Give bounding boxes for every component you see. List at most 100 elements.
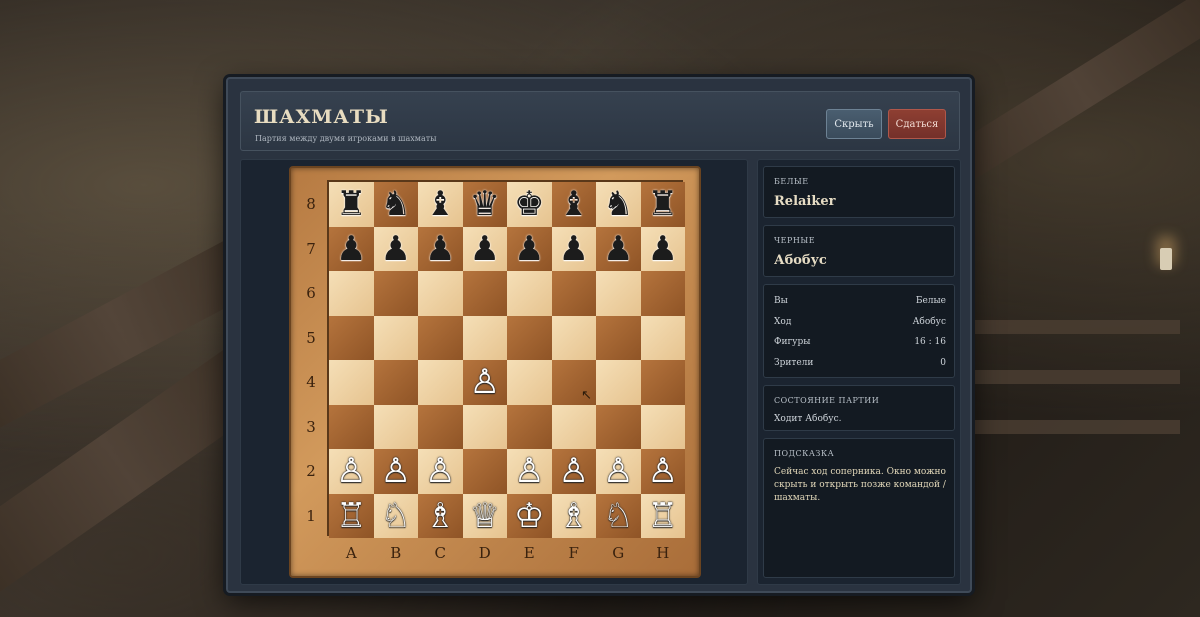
square-e1[interactable]: ♔ — [507, 493, 552, 538]
square-a2[interactable]: ♙ — [329, 449, 374, 494]
resign-button[interactable]: Сдаться — [888, 109, 946, 139]
square-h7[interactable]: ♟ — [640, 226, 685, 271]
black-piece[interactable]: ♟ — [381, 232, 411, 266]
square-h2[interactable]: ♙ — [640, 449, 685, 494]
square-f3[interactable] — [551, 404, 596, 449]
square-h1[interactable]: ♖ — [640, 493, 685, 538]
black-piece[interactable]: ♟ — [603, 232, 633, 266]
square-c8[interactable]: ♝ — [418, 182, 463, 227]
square-c2[interactable]: ♙ — [418, 449, 463, 494]
white-piece[interactable]: ♘ — [381, 499, 411, 533]
square-d8[interactable]: ♛ — [462, 182, 507, 227]
stat-key: Вы — [774, 296, 788, 306]
black-piece[interactable]: ♚ — [514, 187, 544, 221]
square-a4[interactable] — [329, 360, 374, 405]
square-b6[interactable] — [373, 271, 418, 316]
square-a1[interactable]: ♖ — [329, 493, 374, 538]
square-b5[interactable] — [373, 315, 418, 360]
black-piece[interactable]: ♞ — [381, 187, 411, 221]
square-d1[interactable]: ♕ — [462, 493, 507, 538]
square-g8[interactable]: ♞ — [596, 182, 641, 227]
square-e6[interactable] — [507, 271, 552, 316]
square-a5[interactable] — [329, 315, 374, 360]
black-piece[interactable]: ♟ — [425, 232, 455, 266]
black-piece[interactable]: ♝ — [559, 187, 589, 221]
square-b3[interactable] — [373, 404, 418, 449]
square-h5[interactable] — [640, 315, 685, 360]
background-beam — [933, 0, 1200, 192]
square-c6[interactable] — [418, 271, 463, 316]
black-piece[interactable]: ♜ — [648, 187, 678, 221]
white-piece[interactable]: ♙ — [470, 365, 500, 399]
square-c4[interactable] — [418, 360, 463, 405]
square-b4[interactable] — [373, 360, 418, 405]
black-piece[interactable]: ♞ — [603, 187, 633, 221]
square-f2[interactable]: ♙ — [551, 449, 596, 494]
white-piece[interactable]: ♖ — [648, 499, 678, 533]
black-piece[interactable]: ♟ — [470, 232, 500, 266]
square-g1[interactable]: ♘ — [596, 493, 641, 538]
square-a7[interactable]: ♟ — [329, 226, 374, 271]
square-d3[interactable] — [462, 404, 507, 449]
square-e2[interactable]: ♙ — [507, 449, 552, 494]
black-piece[interactable]: ♜ — [336, 187, 366, 221]
square-h6[interactable] — [640, 271, 685, 316]
square-g7[interactable]: ♟ — [596, 226, 641, 271]
black-piece[interactable]: ♛ — [470, 187, 500, 221]
square-g6[interactable] — [596, 271, 641, 316]
square-b8[interactable]: ♞ — [373, 182, 418, 227]
white-piece[interactable]: ♙ — [603, 454, 633, 488]
square-d7[interactable]: ♟ — [462, 226, 507, 271]
square-g4[interactable] — [596, 360, 641, 405]
white-piece[interactable]: ♘ — [603, 499, 633, 533]
black-piece[interactable]: ♟ — [514, 232, 544, 266]
black-piece[interactable]: ♟ — [336, 232, 366, 266]
square-f6[interactable] — [551, 271, 596, 316]
white-piece[interactable]: ♕ — [470, 499, 500, 533]
square-f8[interactable]: ♝ — [551, 182, 596, 227]
square-c3[interactable] — [418, 404, 463, 449]
square-g5[interactable] — [596, 315, 641, 360]
white-piece[interactable]: ♔ — [514, 499, 544, 533]
white-piece[interactable]: ♙ — [381, 454, 411, 488]
square-e3[interactable] — [507, 404, 552, 449]
square-f1[interactable]: ♗ — [551, 493, 596, 538]
square-h8[interactable]: ♜ — [640, 182, 685, 227]
square-g2[interactable]: ♙ — [596, 449, 641, 494]
white-piece[interactable]: ♖ — [336, 499, 366, 533]
white-piece[interactable]: ♗ — [559, 499, 589, 533]
square-b2[interactable]: ♙ — [373, 449, 418, 494]
square-c1[interactable]: ♗ — [418, 493, 463, 538]
square-g3[interactable] — [596, 404, 641, 449]
white-piece[interactable]: ♙ — [336, 454, 366, 488]
white-piece[interactable]: ♙ — [514, 454, 544, 488]
square-a6[interactable] — [329, 271, 374, 316]
square-e5[interactable] — [507, 315, 552, 360]
chess-board[interactable]: ♜ ♞ ♝ ♛ ♚ ♝ ♞ ♜ ♟ ♟ ♟ ♟ ♟ ♟ ♟ ♟ ♙ ♙ ♙ ♙ ♙ ♙ ♙ ♙ ♖ ♘ ♗ ♕ ♔ ♗ ♘ ♖ — [327, 180, 685, 538]
square-h4[interactable] — [640, 360, 685, 405]
square-d2[interactable] — [462, 449, 507, 494]
hide-button[interactable]: Скрыть — [826, 109, 882, 139]
square-e7[interactable]: ♟ — [507, 226, 552, 271]
white-piece[interactable]: ♗ — [425, 499, 455, 533]
white-piece[interactable]: ♙ — [648, 454, 678, 488]
white-piece[interactable]: ♙ — [425, 454, 455, 488]
square-e4[interactable] — [507, 360, 552, 405]
square-a8[interactable]: ♜ — [329, 182, 374, 227]
square-d6[interactable] — [462, 271, 507, 316]
square-b1[interactable]: ♘ — [373, 493, 418, 538]
square-d4[interactable]: ♙ — [462, 360, 507, 405]
square-c7[interactable]: ♟ — [418, 226, 463, 271]
white-piece[interactable]: ♙ — [559, 454, 589, 488]
square-d5[interactable] — [462, 315, 507, 360]
square-f5[interactable] — [551, 315, 596, 360]
square-a3[interactable] — [329, 404, 374, 449]
black-piece[interactable]: ♟ — [648, 232, 678, 266]
square-b7[interactable]: ♟ — [373, 226, 418, 271]
square-c5[interactable] — [418, 315, 463, 360]
black-piece[interactable]: ♟ — [559, 232, 589, 266]
square-h3[interactable] — [640, 404, 685, 449]
black-piece[interactable]: ♝ — [425, 187, 455, 221]
square-e8[interactable]: ♚ — [507, 182, 552, 227]
square-f7[interactable]: ♟ — [551, 226, 596, 271]
